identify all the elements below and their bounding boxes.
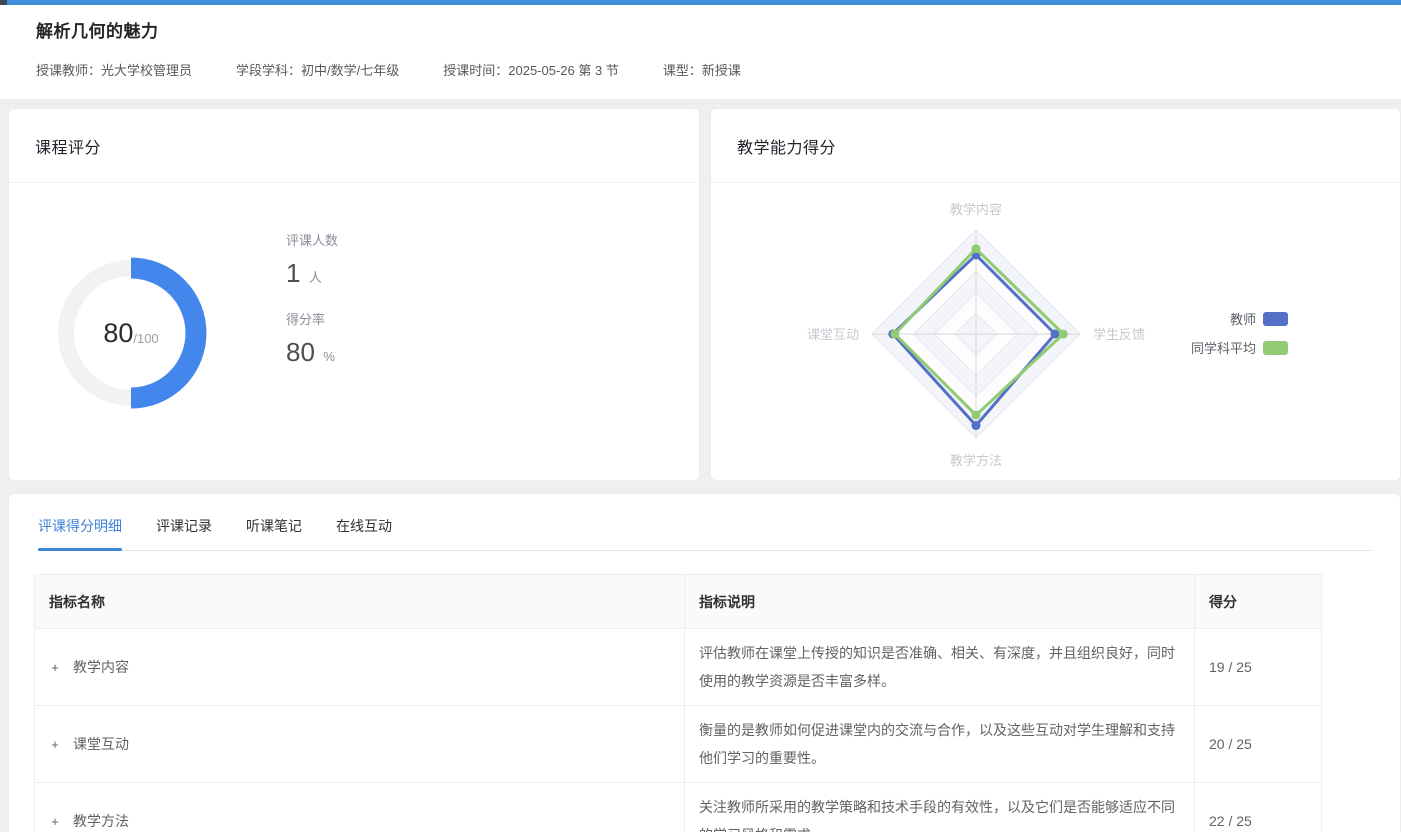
course-meta: 授课教师：光大学校管理员 学段学科：初中/数学/七年级 授课时间：2025-05… [36, 60, 1365, 79]
teaching-ability-card: 教学能力得分 教学内容学生反馈教学方法 课堂互动 教师 同学科平均 [710, 108, 1401, 481]
indicator-score: 22 / 25 [1195, 783, 1322, 832]
radar-legend: 教师 同学科平均 [1191, 309, 1288, 357]
table-row: + 教学内容 评估教师在课堂上传授的知识是否准确、相关、有深度，并且组织良好，同时… [35, 629, 1322, 706]
col-header-indicator-name: 指标名称 [35, 575, 685, 629]
table-row: + 教学方法 关注教师所采用的教学策略和技术手段的有效性，以及它们是否能够适应不同… [35, 783, 1322, 832]
col-header-indicator-desc: 指标说明 [685, 575, 1195, 629]
expand-icon[interactable]: + [49, 660, 61, 675]
stat-label-raters: 评课人数 [286, 230, 338, 249]
col-header-score: 得分 [1195, 575, 1322, 629]
course-score-card: 课程评分 80 /100 评课人数 1 人 得分率 80 % [8, 108, 700, 481]
raters-count: 1 [286, 258, 300, 288]
indicator-name: 教学内容 [73, 659, 129, 675]
meta-teacher: 授课教师：光大学校管理员 [36, 60, 192, 79]
score-rate-value: 80 [286, 337, 315, 367]
tab-score-detail[interactable]: 评课得分明细 [38, 516, 122, 550]
donut-score-value: 80 [103, 318, 133, 349]
raters-unit: 人 [309, 270, 322, 285]
tab-online-interaction[interactable]: 在线互动 [336, 516, 392, 550]
legend-swatch-average [1263, 341, 1288, 355]
detail-card: 评课得分明细 评课记录 听课笔记 在线互动 指标名称 指标说明 得分 + 教学内容 [8, 493, 1401, 832]
svg-text:教学方法: 教学方法 [950, 453, 1002, 468]
tab-bar: 评课得分明细 评课记录 听课笔记 在线互动 [9, 494, 1400, 551]
svg-text:课堂互动: 课堂互动 [807, 327, 859, 342]
stat-value-rate: 80 % [286, 337, 338, 368]
legend-swatch-teacher [1263, 312, 1288, 326]
table-row: + 课堂互动 衡量的是教师如何促进课堂内的交流与合作，以及这些互动对学生理解和支持… [35, 706, 1322, 783]
teaching-ability-title: 教学能力得分 [737, 134, 836, 158]
teaching-ability-card-header: 教学能力得分 [711, 109, 1400, 183]
indicator-desc: 衡量的是教师如何促进课堂内的交流与合作，以及这些互动对学生理解和支持他们学习的重… [699, 716, 1180, 772]
legend-item-average[interactable]: 同学科平均 [1191, 338, 1288, 357]
indicator-score: 19 / 25 [1195, 629, 1322, 706]
stat-value-raters: 1 人 [286, 258, 338, 289]
donut-score-denominator: /100 [133, 331, 158, 346]
indicator-name: 课堂互动 [73, 736, 129, 752]
indicator-table: 指标名称 指标说明 得分 + 教学内容 评估教师在课堂上传授的知识是否准确、相关、… [34, 574, 1322, 832]
stat-label-rate: 得分率 [286, 309, 338, 328]
radar-chart-svg: 教学内容学生反馈教学方法 课堂互动 [711, 183, 1401, 481]
indicator-table-wrap: 指标名称 指标说明 得分 + 教学内容 评估教师在课堂上传授的知识是否准确、相关、… [34, 574, 1321, 832]
top-progress-bar [0, 0, 1401, 5]
meta-course-type: 课型：新授课 [663, 60, 741, 79]
score-donut-chart: 80 /100 [51, 253, 211, 413]
score-stats: 评课人数 1 人 得分率 80 % [286, 230, 338, 388]
indicator-score: 20 / 25 [1195, 706, 1322, 783]
top-progress-bar-segment [0, 0, 7, 5]
course-score-title: 课程评分 [35, 134, 101, 158]
legend-label-average: 同学科平均 [1191, 338, 1256, 357]
meta-time: 授课时间：2025-05-26 第 3 节 [443, 60, 619, 79]
legend-item-teacher[interactable]: 教师 [1230, 309, 1288, 328]
page-title: 解析几何的魅力 [36, 17, 1365, 42]
table-header-row: 指标名称 指标说明 得分 [35, 575, 1322, 629]
donut-center-text: 80 /100 [51, 253, 211, 413]
tab-evaluation-records[interactable]: 评课记录 [156, 516, 212, 550]
svg-text:学生反馈: 学生反馈 [1093, 327, 1145, 342]
page-header: 解析几何的魅力 授课教师：光大学校管理员 学段学科：初中/数学/七年级 授课时间… [0, 5, 1401, 99]
indicator-name: 教学方法 [73, 813, 129, 829]
expand-icon[interactable]: + [49, 737, 61, 752]
course-score-card-header: 课程评分 [9, 109, 699, 183]
meta-subject: 学段学科：初中/数学/七年级 [236, 60, 399, 79]
tab-lecture-notes[interactable]: 听课笔记 [246, 516, 302, 550]
legend-label-teacher: 教师 [1230, 309, 1256, 328]
expand-icon[interactable]: + [49, 814, 61, 829]
indicator-desc: 关注教师所采用的教学策略和技术手段的有效性，以及它们是否能够适应不同的学习风格和… [699, 793, 1180, 832]
indicator-desc: 评估教师在课堂上传授的知识是否准确、相关、有深度，并且组织良好，同时使用的教学资… [699, 639, 1180, 695]
svg-text:教学内容: 教学内容 [950, 202, 1002, 217]
score-rate-unit: % [323, 349, 335, 364]
